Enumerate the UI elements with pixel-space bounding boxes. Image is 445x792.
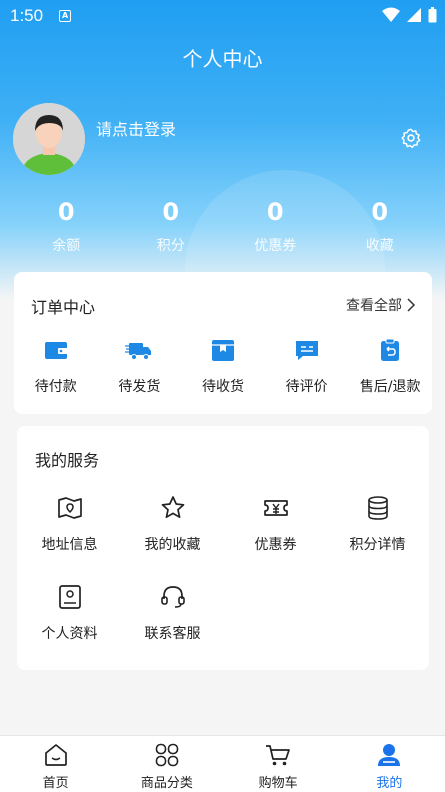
service-label: 地址信息 xyxy=(41,537,98,553)
stat-label: 收藏 xyxy=(365,238,394,254)
service-customer-support[interactable]: 联系客服 xyxy=(121,583,224,643)
order-pending-shipment[interactable]: 待发货 xyxy=(98,336,182,396)
app-badge-icon: A xyxy=(59,10,72,22)
map-icon xyxy=(57,497,82,519)
service-coupons[interactable]: 优惠券 xyxy=(224,494,327,554)
order-center-card: 订单中心 查看全部 待付款 待发货 待收货 待评价 售后/退款 xyxy=(14,272,432,414)
star-icon xyxy=(161,496,184,519)
order-item-label: 待付款 xyxy=(34,379,77,395)
wallet-icon xyxy=(44,342,68,359)
order-item-label: 待评价 xyxy=(285,379,328,395)
battery-icon xyxy=(428,7,437,23)
stat-coupons[interactable]: 0 优惠券 xyxy=(223,195,328,255)
profile-icon xyxy=(58,585,81,609)
order-item-label: 待发货 xyxy=(118,379,161,395)
stat-balance[interactable]: 0 余额 xyxy=(14,195,119,255)
status-time: 1:50 xyxy=(10,6,44,25)
service-label: 积分详情 xyxy=(349,537,406,553)
service-favorites[interactable]: 我的收藏 xyxy=(121,494,224,554)
tab-label: 首页 xyxy=(42,776,69,791)
stat-value: 0 xyxy=(266,198,284,226)
order-item-label: 待收货 xyxy=(201,379,244,395)
truck-icon xyxy=(125,343,152,360)
status-bar: 1:50 A xyxy=(0,0,445,32)
chevron-right-icon xyxy=(407,298,416,312)
stat-favorites[interactable]: 0 收藏 xyxy=(328,195,433,255)
service-label: 优惠券 xyxy=(254,537,297,553)
service-label: 我的收藏 xyxy=(144,537,201,553)
stat-label: 余额 xyxy=(52,238,81,254)
coins-icon xyxy=(367,496,388,520)
service-profile[interactable]: 个人资料 xyxy=(18,583,121,643)
my-services-title: 我的服务 xyxy=(35,451,100,470)
tab-mine[interactable]: 我的 xyxy=(334,736,445,792)
avatar-image xyxy=(13,103,85,175)
headset-icon xyxy=(160,586,185,608)
category-icon xyxy=(155,743,179,767)
wifi-icon xyxy=(382,7,400,22)
tab-label: 购物车 xyxy=(258,776,298,791)
settings-gear-icon[interactable] xyxy=(400,127,422,149)
login-prompt[interactable]: 请点击登录 xyxy=(96,116,176,140)
service-address[interactable]: 地址信息 xyxy=(18,494,121,554)
tab-label: 商品分类 xyxy=(140,776,193,791)
order-center-title: 订单中心 xyxy=(31,298,96,317)
tab-category[interactable]: 商品分类 xyxy=(111,736,222,792)
service-label: 联系客服 xyxy=(144,626,201,642)
tab-home[interactable]: 首页 xyxy=(0,736,111,792)
comment-icon xyxy=(295,341,318,360)
tab-label: 我的 xyxy=(376,776,403,791)
service-label: 个人资料 xyxy=(41,626,98,642)
order-pending-review[interactable]: 待评价 xyxy=(265,336,349,396)
stat-value: 0 xyxy=(57,198,75,226)
avatar[interactable] xyxy=(13,103,85,175)
order-pending-receipt[interactable]: 待收货 xyxy=(181,336,265,396)
stat-points[interactable]: 0 积分 xyxy=(119,195,224,255)
service-points-detail[interactable]: 积分详情 xyxy=(326,494,429,554)
stat-value: 0 xyxy=(162,198,180,226)
stat-label: 优惠券 xyxy=(254,238,297,254)
my-services-card: 我的服务 地址信息 我的收藏 优惠券 积分详情 个人资料 联系客服 xyxy=(17,426,429,670)
stats-row: 0 余额 0 积分 0 优惠券 0 收藏 xyxy=(14,195,432,255)
order-pending-payment[interactable]: 待付款 xyxy=(14,336,98,396)
refund-icon xyxy=(381,338,400,361)
stat-value: 0 xyxy=(371,198,389,226)
coupon-icon xyxy=(263,500,288,516)
order-item-label: 售后/退款 xyxy=(359,379,421,395)
view-all-label: 查看全部 xyxy=(346,298,402,314)
page-title: 个人中心 xyxy=(182,47,263,71)
signal-icon xyxy=(407,8,421,22)
order-after-sales[interactable]: 售后/退款 xyxy=(348,336,432,396)
user-icon xyxy=(378,744,401,766)
bottom-tab-bar: 首页 商品分类 购物车 我的 xyxy=(0,735,445,792)
cart-icon xyxy=(266,745,290,766)
home-icon xyxy=(44,744,67,766)
tab-cart[interactable]: 购物车 xyxy=(223,736,334,792)
package-icon xyxy=(211,340,234,361)
view-all-orders-link[interactable]: 查看全部 xyxy=(346,295,416,315)
stat-label: 积分 xyxy=(156,238,185,254)
